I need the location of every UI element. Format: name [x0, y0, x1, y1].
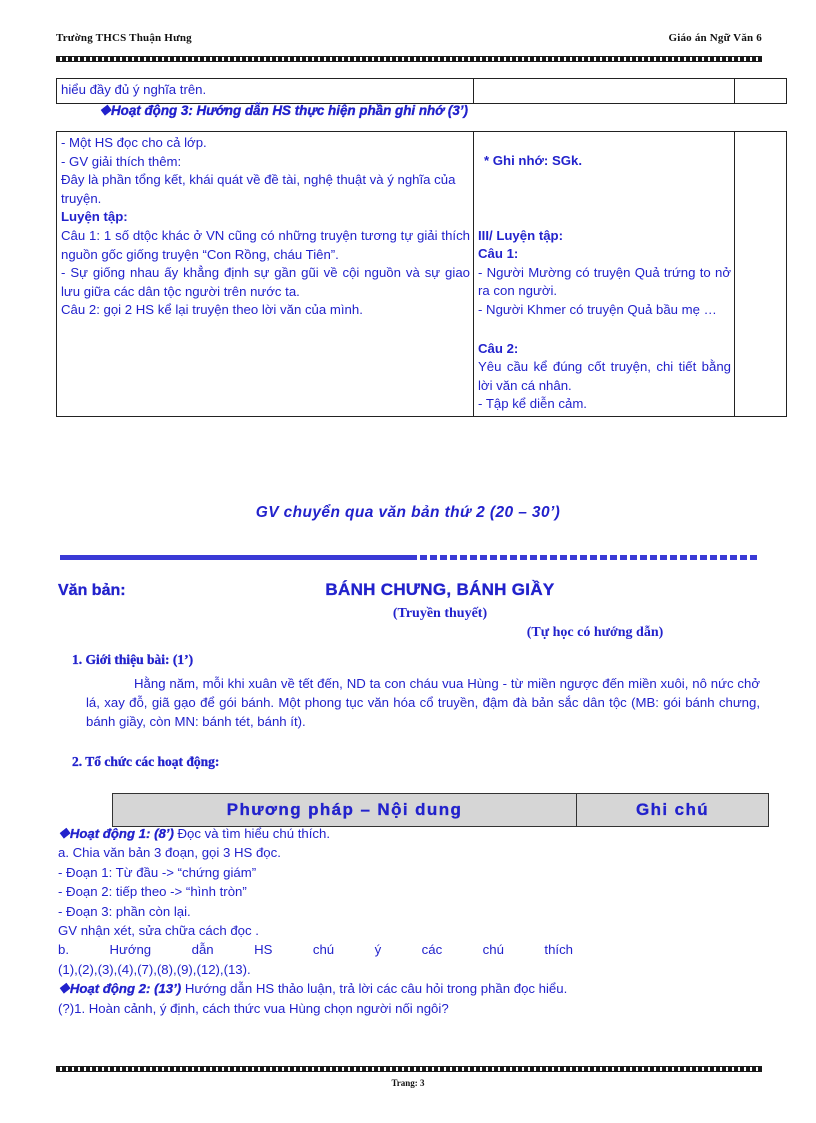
activity-line: ❖Hoạt động 1: (8’) Đọc và tìm hiểu chú t… — [58, 824, 573, 843]
text-label: Văn bản: — [58, 582, 126, 599]
transition-note: GV chuyển qua văn bản thứ 2 (20 – 30’) — [255, 504, 561, 521]
cell-method-content: hiểu đầy đủ ý nghĩa trên. — [56, 78, 474, 104]
activities-body: ❖Hoạt động 1: (8’) Đọc và tìm hiểu chú t… — [58, 824, 573, 1018]
activity-line: b. Hướng dẫn HS chú ý các chú thích — [58, 940, 573, 959]
line: - Sự giống nhau ấy khẳng định sự gần gũi… — [61, 265, 470, 299]
section-1-heading: 1. Giới thiệu bài: (1’) — [72, 652, 194, 667]
column-header-method: Phương pháp – Nội dung — [112, 793, 577, 827]
line: - Một HS đọc cho cả lớp. — [61, 135, 207, 150]
lesson-plan-label: Giáo án Ngữ Văn 6 — [668, 32, 762, 44]
blue-divider-rule — [60, 555, 760, 560]
activity-line: - Đoạn 2: tiếp theo -> “hình tròn” — [58, 882, 573, 901]
note-cau2-heading: Câu 2: — [478, 340, 519, 356]
column-header-notes: Ghi chú — [576, 793, 769, 827]
table-lesson-main: - Một HS đọc cho cả lớp. - GV giải thích… — [56, 131, 787, 417]
line: - GV giải thích thêm: — [61, 153, 182, 169]
note-cau1-item2: - Người Khmer có truyện Quả bầu mẹ … — [478, 301, 717, 317]
activity-line-text: (?)1. Hoàn cảnh, ý định, cách thức vua H… — [58, 1000, 449, 1016]
note-cau2-body: Yêu cầu kể đúng cốt truyện, chi tiết bằn… — [478, 359, 731, 393]
activity-line-text: Đọc và tìm hiểu chú thích. — [173, 826, 330, 841]
cell-notes — [473, 78, 735, 104]
divider-dashed-segment — [410, 555, 760, 560]
activity-line: - Đoạn 1: Từ đầu -> “chứng giám” — [58, 863, 573, 882]
document-page: Trường THCS Thuận Hưng Giáo án Ngữ Văn 6… — [0, 0, 816, 1123]
table-continuation: hiểu đầy đủ ý nghĩa trên. — [56, 78, 787, 104]
activity-line: ❖Hoạt động 2: (13’) Hướng dẫn HS thảo lu… — [58, 979, 573, 998]
cell-extra — [734, 131, 787, 417]
note-ghi-nho: * Ghi nhớ: SGk. — [484, 153, 583, 168]
table-activities: Phương pháp – Nội dung Ghi chú — [112, 793, 769, 827]
note-cau2-extra: - Tập kể diễn cảm. — [478, 396, 587, 412]
activity-line: (?)1. Hoàn cảnh, ý định, cách thức vua H… — [58, 999, 573, 1018]
activity-line-text: - Đoạn 2: tiếp theo -> “hình tròn” — [58, 884, 247, 900]
activity-line: (1),(2),(3),(4),(7),(8),(9),(12),(13). — [58, 960, 573, 979]
title-genre: (Truyền thuyết) — [392, 606, 488, 621]
page-title: BÁNH CHƯNG, BÁNH GIẦY — [325, 580, 555, 599]
footer-divider-rule — [56, 1066, 762, 1072]
divider-solid-segment — [60, 555, 410, 560]
running-header: Trường THCS Thuận Hưng Giáo án Ngữ Văn 6 — [56, 32, 762, 44]
table-row: hiểu đầy đủ ý nghĩa trên. — [56, 78, 787, 104]
activity-line: a. Chia văn bản 3 đoạn, gọi 3 HS đọc. — [58, 843, 573, 862]
activity-line-text: - Đoạn 3: phần còn lại. — [58, 903, 191, 919]
section-1-body: Hằng năm, mỗi khi xuân về tết đến, ND ta… — [86, 676, 760, 730]
section-2-heading: 2. Tổ chức các hoạt động: — [72, 754, 220, 769]
note-cau1-item1: - Người Mường có truyện Quả trứng to nở … — [478, 264, 731, 299]
activity-lead-label: ❖Hoạt động 2: (13’) — [58, 981, 182, 997]
line: Câu 1: 1 số dtộc khác ở VN cũng có những… — [61, 227, 470, 262]
header-divider-rule — [56, 56, 762, 62]
school-name: Trường THCS Thuận Hưng — [56, 32, 192, 44]
cell-extra — [734, 78, 787, 104]
page-number: Trang: 3 — [391, 1078, 425, 1088]
activity-line-text: Hướng dẫn HS thảo luận, trả lời các câu … — [181, 981, 568, 997]
activity-line-text: GV nhận xét, sửa chữa cách đọc . — [58, 923, 259, 939]
table-row: - Một HS đọc cho cả lớp. - GV giải thích… — [56, 131, 787, 417]
title-study-mode: (Tự học có hướng dẫn) — [526, 625, 664, 640]
line: Luyện tập: — [61, 209, 128, 225]
activity-line-text: b. Hướng dẫn HS chú ý các chú thích — [58, 942, 573, 958]
activity-line-text: a. Chia văn bản 3 đoạn, gọi 3 HS đọc. — [58, 845, 281, 861]
cell-notes: * Ghi nhớ: SGk. III/ Luyện tập: Câu 1: -… — [473, 131, 735, 417]
cell-method-content: - Một HS đọc cho cả lớp. - GV giải thích… — [56, 131, 474, 417]
activity-lead-label: ❖Hoạt động 1: (8’) — [58, 826, 174, 841]
activity-line-text: (1),(2),(3),(4),(7),(8),(9),(12),(13). — [58, 961, 251, 977]
note-cau1-heading: Câu 1: — [478, 246, 519, 262]
note-luyen-tap-heading: III/ Luyện tập: — [478, 227, 563, 243]
table-header-row: Phương pháp – Nội dung Ghi chú — [112, 793, 769, 827]
line: Đây là phần tổng kết, khái quát về đề tà… — [61, 172, 456, 206]
activity-line: - Đoạn 3: phần còn lại. — [58, 902, 573, 921]
line: Câu 2: gọi 2 HS kể lại truyện theo lời v… — [61, 302, 363, 318]
activity-3-heading: ❖Hoạt động 3: Hướng dẫn HS thực hiện phầ… — [99, 103, 468, 118]
activity-line-text: - Đoạn 1: Từ đầu -> “chứng giám” — [58, 864, 257, 880]
activity-line: GV nhận xét, sửa chữa cách đọc . — [58, 921, 573, 940]
